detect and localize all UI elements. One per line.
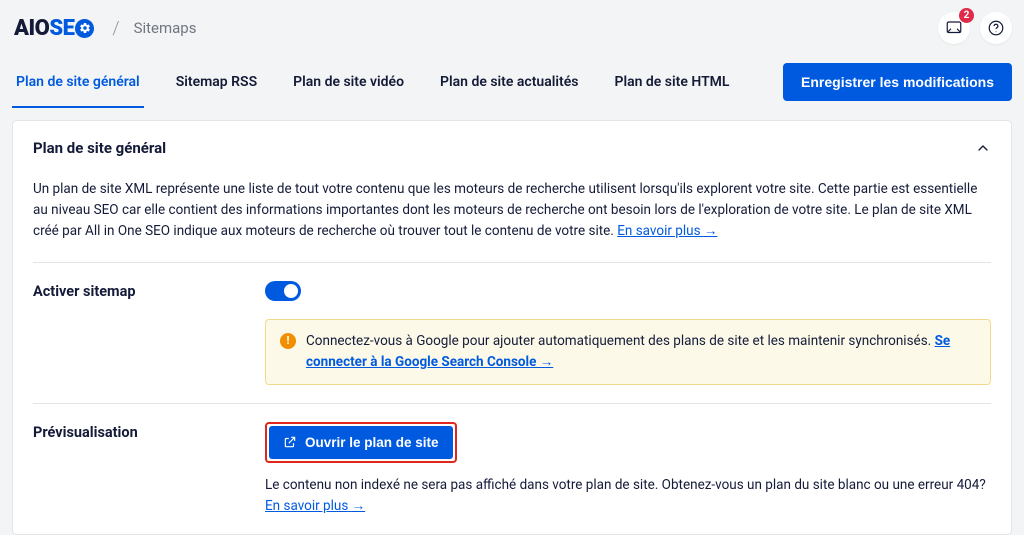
preview-learn-more-link[interactable]: En savoir plus → xyxy=(265,498,365,514)
warning-icon xyxy=(280,333,296,349)
logo-part-aio: AIO xyxy=(14,16,49,41)
notice-text: Connectez-vous à Google pour ajouter aut… xyxy=(306,331,976,373)
enable-sitemap-content: Connectez-vous à Google pour ajouter aut… xyxy=(265,281,991,385)
tab-video-sitemap[interactable]: Plan de site vidéo xyxy=(289,56,408,108)
preview-label: Prévisualisation xyxy=(33,422,265,441)
google-connect-notice: Connectez-vous à Google pour ajouter aut… xyxy=(265,319,991,385)
panel-body: Un plan de site XML représente une liste… xyxy=(13,175,1011,534)
tab-news-sitemap[interactable]: Plan de site actualités xyxy=(436,56,582,108)
breadcrumb-separator: / xyxy=(112,18,119,39)
external-link-icon xyxy=(283,435,297,449)
panel-title: Plan de site général xyxy=(33,139,166,157)
notification-badge: 2 xyxy=(959,8,974,23)
notifications-button[interactable]: 2 xyxy=(938,12,970,44)
logo: AIOSE xyxy=(14,16,94,41)
general-sitemap-panel: Plan de site général Un plan de site XML… xyxy=(12,120,1012,535)
tab-rss-sitemap[interactable]: Sitemap RSS xyxy=(172,56,261,108)
tab-html-sitemap[interactable]: Plan de site HTML xyxy=(610,56,733,108)
open-sitemap-highlight: Ouvrir le plan de site xyxy=(265,422,457,463)
logo-part-seo: SE xyxy=(49,16,94,41)
tab-general-sitemap[interactable]: Plan de site général xyxy=(12,56,144,108)
save-button[interactable]: Enregistrer les modifications xyxy=(783,63,1012,101)
panel-toggle[interactable]: Plan de site général xyxy=(13,121,1011,175)
breadcrumb-page: Sitemaps xyxy=(134,19,197,37)
open-sitemap-button[interactable]: Ouvrir le plan de site xyxy=(269,426,453,459)
chevron-up-icon xyxy=(975,140,991,156)
enable-sitemap-toggle[interactable] xyxy=(265,281,301,301)
gear-icon xyxy=(75,19,94,38)
preview-content: Ouvrir le plan de site Le contenu non in… xyxy=(265,422,991,517)
tabs-bar: Plan de site général Sitemap RSS Plan de… xyxy=(0,56,1024,108)
enable-sitemap-row: Activer sitemap Connectez-vous à Google … xyxy=(33,263,991,385)
breadcrumb: AIOSE / Sitemaps xyxy=(14,16,196,41)
preview-row: Prévisualisation Ouvrir le plan de site … xyxy=(33,404,991,517)
tabs: Plan de site général Sitemap RSS Plan de… xyxy=(12,56,734,108)
enable-sitemap-label: Activer sitemap xyxy=(33,281,265,300)
preview-description: Le contenu non indexé ne sera pas affich… xyxy=(265,475,991,517)
learn-more-link[interactable]: En savoir plus → xyxy=(617,223,717,239)
header-actions: 2 xyxy=(938,12,1012,44)
toggle-knob xyxy=(284,284,298,298)
page-header: AIOSE / Sitemaps 2 xyxy=(0,0,1024,56)
panel-description: Un plan de site XML représente une liste… xyxy=(33,175,991,252)
help-button[interactable] xyxy=(980,12,1012,44)
